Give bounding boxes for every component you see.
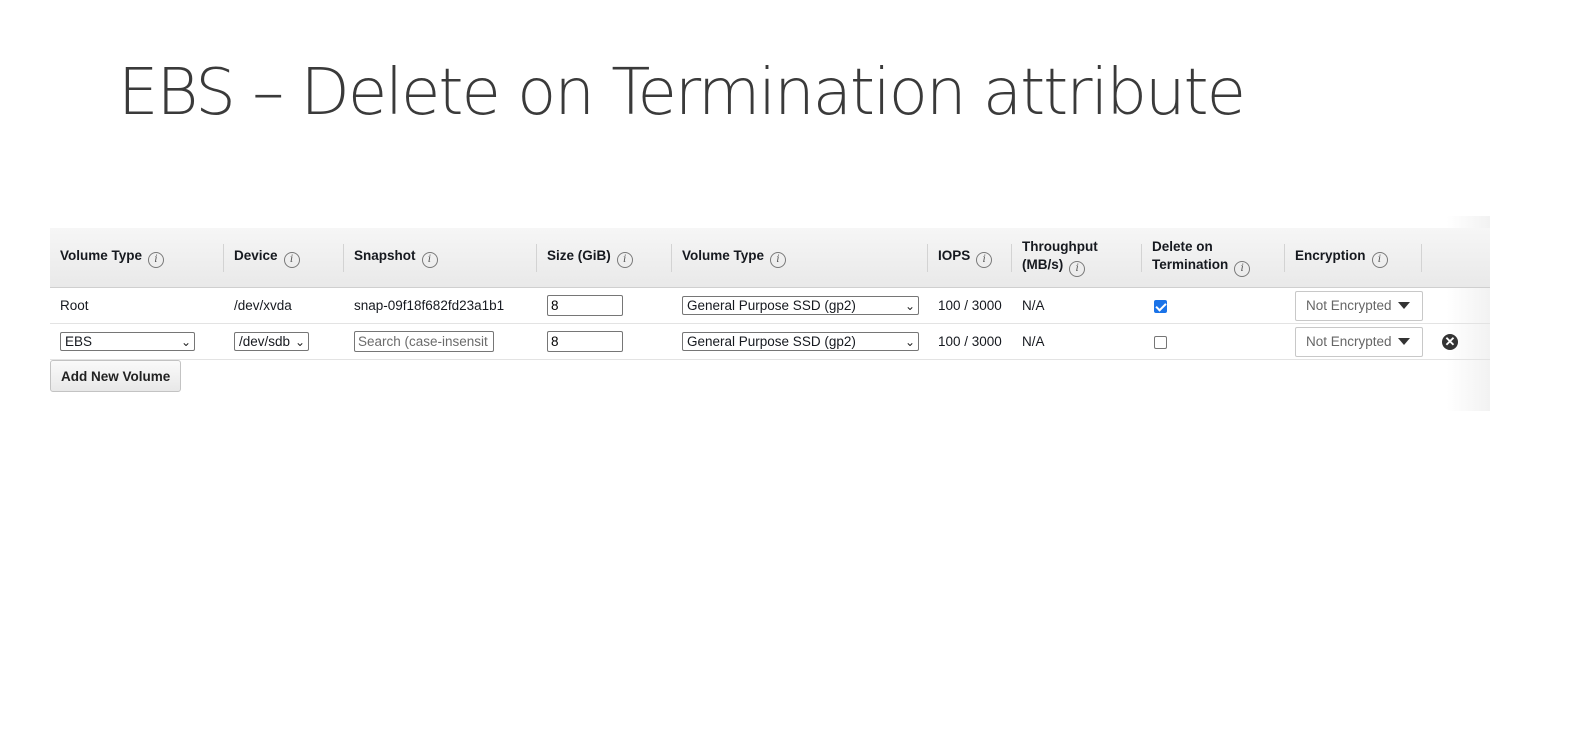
size-input[interactable] [547, 295, 623, 316]
delete-on-termination-checkbox[interactable] [1154, 299, 1167, 313]
iops-cell: 100 / 3000 [928, 323, 1012, 360]
snapshot-cell: snap-09f18f682fd23a1b1 [344, 287, 537, 324]
delete-on-termination-checkbox[interactable] [1154, 335, 1167, 349]
header-size: Size (GiB) i [537, 228, 672, 288]
storage-panel: Volume Type i Device i Snapshot i Size (GiB… [50, 216, 1490, 411]
header-device: Device i [224, 228, 344, 288]
iops-cell: 100 / 3000 [928, 287, 1012, 324]
header-delete-on-termination: Delete on Termination i [1142, 228, 1285, 288]
volume-type-select[interactable]: EBS ⌄ [60, 332, 195, 351]
header-actions [1422, 228, 1490, 288]
info-icon[interactable]: i [1371, 252, 1388, 268]
header-throughput: Throughput (MB/s) i [1012, 228, 1142, 288]
chevron-down-icon: ⌄ [904, 334, 915, 349]
info-icon[interactable]: i [148, 252, 165, 268]
header-volume-type: Volume Type i [50, 228, 224, 288]
info-icon[interactable]: i [770, 252, 787, 268]
encryption-dropdown[interactable]: Not Encrypted [1295, 290, 1423, 321]
table-row: EBS⌄ /dev/sdb⌄ General Purpose SSD (gp2)… [50, 323, 1490, 360]
device-cell: /dev/xvda [224, 287, 344, 324]
volume-type-cell: Root [50, 287, 224, 324]
throughput-cell: N/A [1012, 287, 1142, 324]
throughput-cell: N/A [1012, 323, 1142, 360]
info-icon[interactable]: i [421, 252, 438, 268]
info-icon[interactable]: i [1069, 261, 1086, 277]
volumes-table: Volume Type i Device i Snapshot i Size (GiB… [50, 228, 1490, 360]
info-icon[interactable]: i [283, 252, 300, 268]
encryption-dropdown[interactable]: Not Encrypted [1295, 326, 1423, 357]
header-iops: IOPS i [928, 228, 1012, 288]
snapshot-search-input[interactable] [354, 331, 494, 352]
table-row: Root /dev/xvda snap-09f18f682fd23a1b1 Ge… [50, 287, 1490, 324]
chevron-down-icon: ⌄ [180, 334, 191, 349]
info-icon[interactable]: i [1234, 261, 1251, 277]
add-new-volume-button[interactable]: Add New Volume [50, 360, 182, 392]
ebs-volume-type-select[interactable]: General Purpose SSD (gp2) ⌄ [682, 332, 919, 351]
header-encryption: Encryption i [1285, 228, 1422, 288]
remove-volume-icon[interactable]: ✕ [1442, 333, 1458, 350]
size-input[interactable] [547, 331, 623, 352]
header-snapshot: Snapshot i [344, 228, 537, 288]
slide-title: EBS – Delete on Termination attribute [118, 56, 1246, 130]
info-icon[interactable]: i [616, 252, 633, 268]
caret-down-icon [1398, 302, 1410, 309]
ebs-volume-type-select[interactable]: General Purpose SSD (gp2) ⌄ [682, 296, 919, 315]
device-select[interactable]: /dev/sdb ⌄ [234, 332, 309, 351]
header-ebs-volume-type: Volume Type i [672, 228, 928, 288]
table-header-row: Volume Type i Device i Snapshot i Size (GiB… [50, 228, 1490, 288]
info-icon[interactable]: i [976, 252, 993, 268]
chevron-down-icon: ⌄ [294, 334, 305, 349]
caret-down-icon [1398, 338, 1410, 345]
chevron-down-icon: ⌄ [904, 298, 915, 313]
